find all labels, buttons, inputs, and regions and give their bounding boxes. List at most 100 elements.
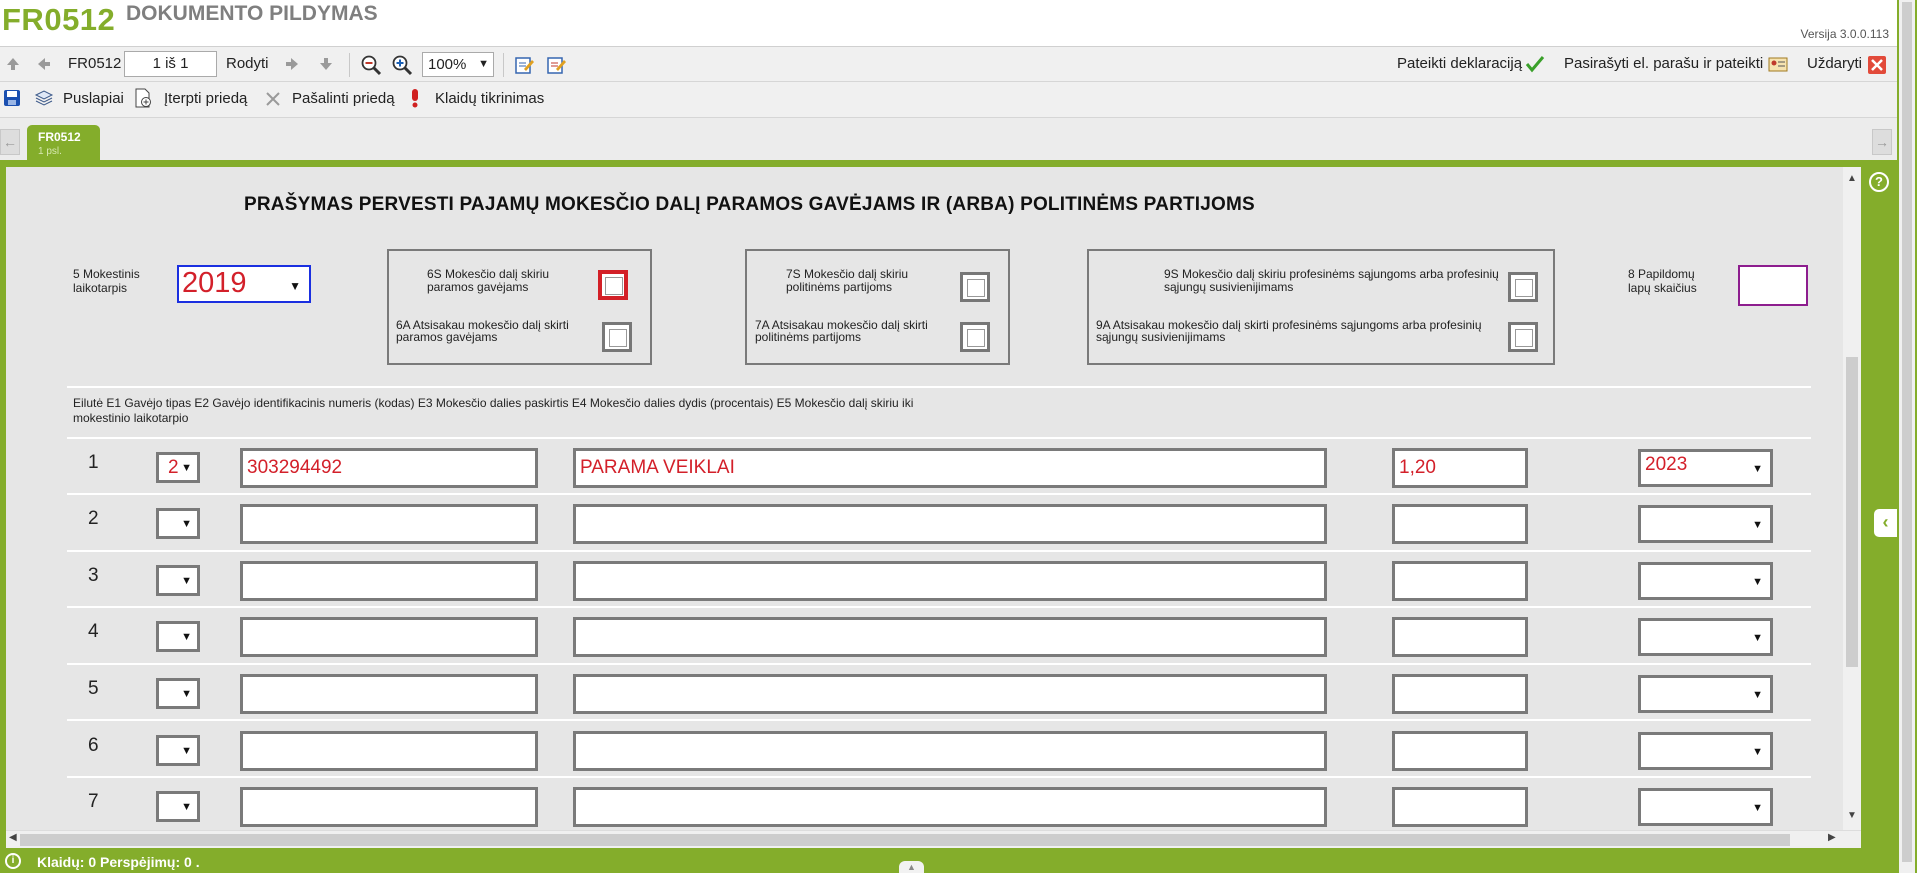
zoom-in-icon[interactable] (391, 54, 413, 76)
vertical-scrollbar[interactable]: ▲ ▼ (1843, 167, 1861, 830)
scroll-thumb[interactable] (1846, 357, 1858, 667)
tax-purpose-input[interactable] (573, 787, 1327, 827)
chevron-down-icon: ▼ (1752, 463, 1763, 475)
recipient-type-select[interactable]: 2 ▼ (156, 452, 200, 483)
tax-purpose-input[interactable] (573, 504, 1327, 544)
submit-declaration-button[interactable]: Pateikti deklaraciją (1397, 55, 1522, 72)
until-period-select[interactable]: ▼ (1638, 618, 1773, 656)
tax-percent-input[interactable] (1392, 561, 1528, 601)
tab-scroll-left-button[interactable]: ← (0, 129, 20, 155)
arrow-down-icon[interactable] (318, 56, 334, 72)
window-scroll-track[interactable] (1899, 0, 1915, 873)
scroll-down-arrow[interactable]: ▼ (1847, 810, 1857, 821)
checkbox-6a[interactable] (602, 322, 632, 352)
chevron-down-icon: ▼ (181, 462, 192, 474)
period-label-line-1: 5 Mokestinis (73, 267, 140, 281)
recipient-type-select[interactable]: ▼ (156, 791, 200, 822)
row-number: 2 (88, 508, 99, 529)
chevron-left-icon[interactable]: ‹ (1874, 509, 1897, 537)
tab-label: FR0512 (38, 130, 81, 144)
tax-purpose-input[interactable]: PARAMA VEIKLAI (573, 448, 1327, 488)
tab-sublabel: 1 psl. (38, 146, 62, 157)
scroll-right-arrow[interactable]: ▶ (1828, 832, 1836, 843)
recipient-type-select[interactable]: ▼ (156, 735, 200, 766)
close-button[interactable]: Uždaryti (1807, 55, 1862, 72)
signature-card-icon[interactable] (1768, 57, 1788, 72)
recipient-code-input[interactable] (240, 504, 538, 544)
recipient-code-input[interactable]: 303294492 (240, 448, 538, 488)
show-button[interactable]: Rodyti (226, 55, 269, 72)
scroll-left-arrow[interactable]: ◀ (9, 832, 17, 843)
tax-percent-input[interactable] (1392, 787, 1528, 827)
divider (67, 386, 1811, 388)
zoom-out-icon[interactable] (360, 54, 382, 76)
toolbar-divider (503, 53, 504, 77)
edit-form-icon[interactable] (514, 55, 534, 75)
help-icon[interactable]: ? (1869, 172, 1889, 192)
form-title: DOKUMENTO PILDYMAS (126, 2, 378, 25)
label-9s-line-2: sąjungų susivienijimams (1164, 280, 1294, 294)
page-number-input[interactable]: 1 iš 1 (124, 51, 217, 77)
window-scrollbar[interactable] (1897, 0, 1917, 873)
tax-purpose-input[interactable] (573, 731, 1327, 771)
tab-scroll-right-button[interactable]: → (1872, 129, 1892, 155)
checkbox-7a[interactable] (960, 322, 990, 352)
tab-fr0512[interactable]: FR0512 1 psl. (27, 125, 100, 162)
recipient-code-input[interactable] (240, 561, 538, 601)
scroll-thumb[interactable] (20, 834, 1790, 846)
row-number: 5 (88, 678, 99, 699)
until-period-select[interactable]: ▼ (1638, 732, 1773, 770)
tax-purpose-input[interactable] (573, 674, 1327, 714)
edit-checklist-icon[interactable] (546, 55, 566, 75)
sign-and-submit-button[interactable]: Pasirašyti el. parašu ir pateikti (1564, 55, 1763, 72)
error-check-button[interactable]: Klaidų tikrinimas (435, 90, 544, 107)
arrow-left-icon[interactable] (36, 56, 52, 72)
until-period-select[interactable]: ▼ (1638, 788, 1773, 826)
save-disk-icon[interactable] (3, 89, 21, 107)
tax-purpose-input[interactable] (573, 617, 1327, 657)
recipient-type-select[interactable]: ▼ (156, 508, 200, 539)
recipient-code-input[interactable] (240, 674, 538, 714)
chevron-down-icon: ▼ (1752, 802, 1763, 814)
chevron-down-icon: ▼ (289, 279, 301, 293)
checkbox-9a[interactable] (1508, 322, 1538, 352)
recipient-code-input[interactable] (240, 617, 538, 657)
tax-percent-input[interactable]: 1,20 (1392, 448, 1528, 488)
tax-percent-input[interactable] (1392, 731, 1528, 771)
recipient-type-select[interactable]: ▼ (156, 565, 200, 596)
tax-purpose-input[interactable] (573, 561, 1327, 601)
until-period-select[interactable]: 2023 ▼ (1638, 449, 1773, 487)
until-period-select[interactable]: ▼ (1638, 562, 1773, 600)
checkbox-9s[interactable] (1508, 272, 1538, 302)
tax-period-select[interactable]: 2019 ▼ (177, 265, 311, 303)
tax-percent-input[interactable] (1392, 504, 1528, 544)
recipient-code-input[interactable] (240, 731, 538, 771)
scroll-up-arrow[interactable]: ▲ (1847, 173, 1857, 184)
recipient-type-select[interactable]: ▼ (156, 621, 200, 652)
arrow-up-icon[interactable] (5, 56, 21, 72)
tax-percent-input[interactable] (1392, 617, 1528, 657)
checkmark-icon[interactable] (1525, 55, 1545, 73)
insert-attachment-button[interactable]: Įterpti priedą (164, 90, 247, 107)
close-x-icon[interactable] (1867, 55, 1887, 75)
window-scroll-thumb[interactable] (1902, 2, 1912, 862)
additional-pages-input[interactable] (1738, 265, 1808, 306)
row-number: 3 (88, 565, 99, 586)
arrow-right-icon[interactable] (284, 56, 300, 72)
horizontal-scrollbar[interactable]: ◀ ▶ (6, 830, 1861, 848)
checkbox-6s[interactable] (598, 270, 628, 300)
remove-attachment-button[interactable]: Pašalinti priedą (292, 90, 395, 107)
pages-button[interactable]: Puslapiai (63, 90, 124, 107)
until-period-select[interactable]: ▼ (1638, 675, 1773, 713)
checkbox-7s[interactable] (960, 272, 990, 302)
until-period-select[interactable]: ▼ (1638, 505, 1773, 543)
zoom-select[interactable]: 100% ▼ (422, 52, 494, 77)
recipient-code-input[interactable] (240, 787, 538, 827)
chevron-down-icon: ▼ (1752, 576, 1763, 588)
panel-toggle-handle[interactable]: ▲ (899, 861, 924, 873)
chevron-down-icon: ▼ (1752, 689, 1763, 701)
divider (67, 437, 1811, 439)
tax-percent-input[interactable] (1392, 674, 1528, 714)
info-circle-icon[interactable]: i (5, 853, 21, 869)
recipient-type-select[interactable]: ▼ (156, 678, 200, 709)
